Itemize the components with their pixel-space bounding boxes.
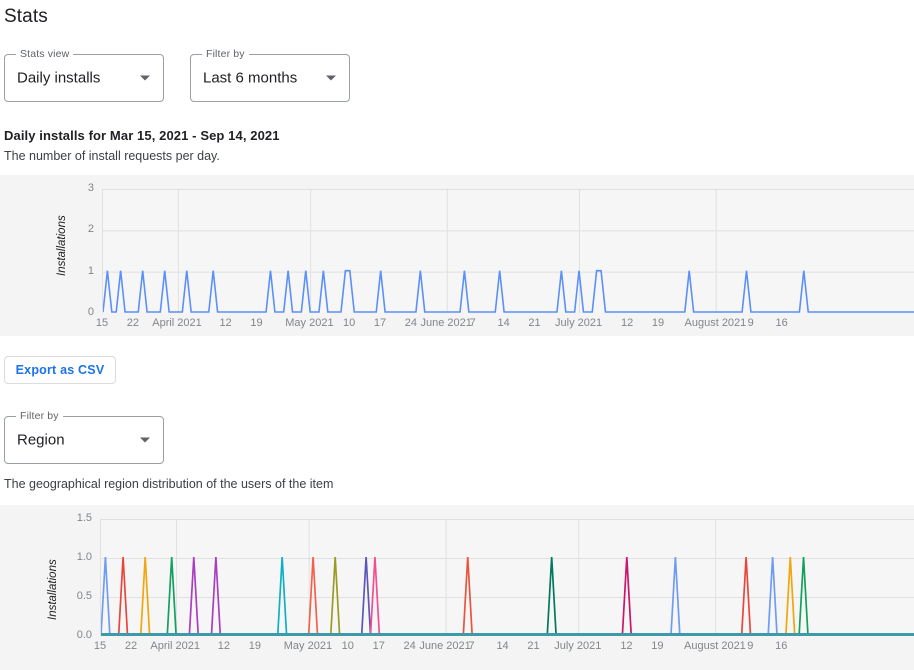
x-tick-label: May 2021 [284,640,332,652]
x-tick-label: 21 [527,640,539,652]
x-tick-label: 22 [127,317,139,329]
region-filter-select[interactable]: Filter by Region [4,416,164,464]
x-tick-label: 24 [404,640,416,652]
x-tick-label: April 2021 [152,317,202,329]
region-filter-label: Filter by [16,410,63,422]
time-filter-value: Last 6 months [203,70,297,87]
export-as-csv-button[interactable]: Export as CSV [4,356,116,384]
region-filter-value: Region [17,432,65,449]
x-tick-label: 12 [219,317,231,329]
x-tick-label: 7 [470,317,476,329]
x-tick-label: August 2021 [684,640,746,652]
x-tick-label: 14 [496,640,508,652]
chevron-down-icon[interactable] [140,438,150,443]
daily-installs-heading: Daily installs for Mar 15, 2021 - Sep 14… [4,128,280,143]
x-tick-label: July 2021 [555,317,602,329]
y-tick-label: 0.0 [58,629,92,641]
x-tick-label: 15 [94,640,106,652]
x-tick-label: 12 [620,640,632,652]
x-tick-label: August 2021 [685,317,747,329]
x-tick-label: 21 [528,317,540,329]
y-tick-label: 0 [60,306,94,318]
x-tick-label: 9 [748,317,754,329]
page-title: Stats [4,6,48,28]
chart1-plot-area [102,189,914,313]
stats-view-label: Stats view [16,48,73,60]
y-tick-label: 2 [60,223,94,235]
x-tick-label: 19 [651,640,663,652]
y-tick-label: 1.5 [58,512,92,524]
x-tick-label: 17 [374,317,386,329]
x-tick-label: 12 [621,317,633,329]
x-tick-label: 16 [775,317,787,329]
x-tick-label: June 2021 [421,317,472,329]
x-tick-label: May 2021 [285,317,333,329]
stats-view-value: Daily installs [17,70,100,87]
y-tick-label: 1 [60,265,94,277]
stats-view-select[interactable]: Stats view Daily installs [4,54,164,102]
x-tick-label: 22 [125,640,137,652]
time-filter-select[interactable]: Filter by Last 6 months [190,54,350,102]
daily-installs-subtitle: The number of install requests per day. [4,149,220,163]
y-tick-label: 1.0 [58,551,92,563]
x-tick-label: April 2021 [150,640,200,652]
x-tick-label: 19 [652,317,664,329]
x-tick-label: 10 [342,640,354,652]
chevron-down-icon[interactable] [140,76,150,81]
region-subtitle: The geographical region distribution of … [4,477,333,491]
x-tick-label: 17 [373,640,385,652]
x-tick-label: 9 [747,640,753,652]
chart2-plot-area [100,519,914,636]
x-tick-label: 10 [343,317,355,329]
x-tick-label: 19 [249,640,261,652]
x-tick-label: June 2021 [419,640,470,652]
x-tick-label: July 2021 [554,640,601,652]
x-tick-label: 16 [775,640,787,652]
x-tick-label: 7 [469,640,475,652]
x-tick-label: 14 [497,317,509,329]
y-tick-label: 0.5 [58,590,92,602]
stats-page: Stats Stats view Daily installs Filter b… [0,0,914,670]
x-tick-label: 19 [250,317,262,329]
y-tick-label: 3 [60,182,94,194]
x-tick-label: 15 [96,317,108,329]
time-filter-label: Filter by [202,48,249,60]
chevron-down-icon[interactable] [326,76,336,81]
x-tick-label: 12 [218,640,230,652]
x-tick-label: 24 [405,317,417,329]
